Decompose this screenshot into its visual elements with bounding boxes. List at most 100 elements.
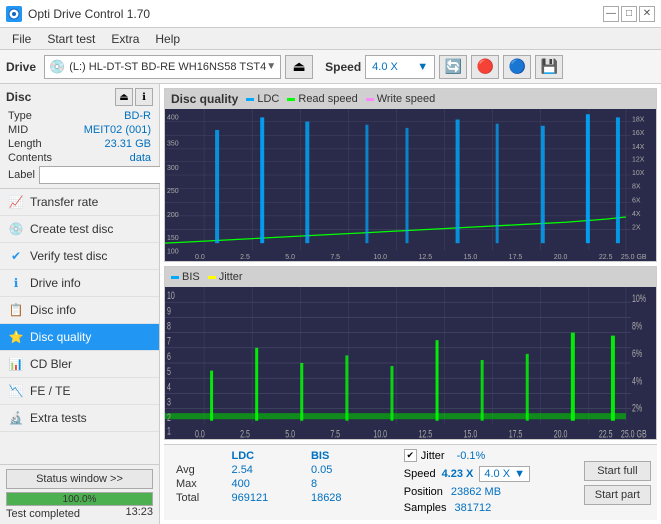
sidebar-item-disc-quality[interactable]: ⭐ Disc quality [0, 324, 159, 351]
stats-col-spacer [376, 449, 390, 463]
titlebar: Opti Drive Control 1.70 — □ ✕ [0, 0, 661, 28]
disc-type-label: Type [8, 110, 32, 122]
disc-mid-label: MID [8, 124, 28, 136]
position-value: 23862 MB [451, 486, 501, 498]
main-layout: Disc ⏏ ℹ Type BD-R MID MEIT02 (001) Leng… [0, 84, 661, 524]
svg-text:200: 200 [167, 211, 179, 219]
svg-text:15.0: 15.0 [464, 253, 478, 261]
create-test-disc-icon: 💿 [8, 221, 24, 237]
disc-type-value: BD-R [124, 110, 151, 122]
stats-col-empty [172, 449, 228, 463]
window-controls: — □ ✕ [603, 6, 655, 22]
extra-tests-icon: 🔬 [8, 410, 24, 426]
verify-test-disc-icon: ✔ [8, 248, 24, 264]
speed-selector[interactable]: 4.0 X ▼ [365, 55, 435, 79]
minimize-button[interactable]: — [603, 6, 619, 22]
stats-area: LDC BIS Avg 2.54 0.05 Max 400 8 [164, 444, 657, 520]
menu-extra[interactable]: Extra [103, 30, 147, 48]
speed-dropdown[interactable]: 4.0 X ▼ [479, 466, 530, 482]
sidebar-item-verify-test-disc[interactable]: ✔ Verify test disc [0, 243, 159, 270]
sidebar-item-fe-te[interactable]: 📉 FE / TE [0, 378, 159, 405]
sidebar-item-cd-bler[interactable]: 📊 CD Bler [0, 351, 159, 378]
svg-text:5.0: 5.0 [285, 253, 295, 261]
drive-dropdown-arrow: ▼ [266, 61, 276, 72]
jitter-checkbox[interactable]: ✔ [404, 449, 417, 462]
burn-button[interactable]: 🔴 [471, 55, 499, 79]
disc-eject-button[interactable]: ⏏ [115, 88, 133, 106]
sidebar-item-drive-info[interactable]: ℹ Drive info [0, 270, 159, 297]
stats-table: LDC BIS Avg 2.54 0.05 Max 400 8 [164, 445, 398, 520]
position-label: Position [404, 486, 443, 498]
stats-label-avg: Avg [172, 463, 228, 477]
drive-selector[interactable]: 💿 (L:) HL-DT-ST BD-RE WH16NS58 TST4 ▼ [44, 55, 281, 79]
bis-legend-label: BIS [182, 271, 200, 283]
menu-help[interactable]: Help [147, 30, 188, 48]
drive-label: Drive [6, 60, 36, 74]
stats-row-max: Max 400 8 [172, 477, 390, 491]
svg-text:3: 3 [167, 396, 171, 408]
speed-info-label: Speed [404, 468, 436, 480]
svg-text:17.5: 17.5 [509, 428, 523, 439]
ldc-legend-dot [246, 98, 254, 101]
svg-text:22.5: 22.5 [599, 428, 613, 439]
sidebar-item-disc-info[interactable]: 📋 Disc info [0, 297, 159, 324]
svg-text:20.0: 20.0 [554, 253, 568, 261]
disc-type-row: Type BD-R [6, 110, 153, 122]
svg-text:1: 1 [167, 425, 171, 437]
menu-start-test[interactable]: Start test [39, 30, 103, 48]
chart1-legend-write: Write speed [366, 93, 436, 105]
svg-text:7: 7 [167, 335, 171, 347]
status-time: 13:23 [125, 506, 153, 520]
chart1-title-bar: Disc quality LDC Read speed Write speed [165, 89, 656, 109]
sidebar-item-create-test-disc[interactable]: 💿 Create test disc [0, 216, 159, 243]
disc-info-button[interactable]: ℹ [135, 88, 153, 106]
samples-row: Samples 381712 [404, 502, 572, 514]
refresh-button[interactable]: 🔄 [439, 55, 467, 79]
speed-dropdown-value: 4.0 X [484, 468, 510, 480]
chart1-title: Disc quality [171, 92, 238, 106]
chart1-svg-wrap: 18X 16X 14X 12X 10X 8X 6X 4X 2X 400 350 … [165, 109, 656, 261]
eject-button[interactable]: ⏏ [285, 55, 313, 79]
app-title: Opti Drive Control 1.70 [28, 7, 150, 21]
app-icon [6, 6, 22, 22]
svg-text:20.0: 20.0 [554, 428, 568, 439]
svg-text:9: 9 [167, 305, 171, 317]
titlebar-left: Opti Drive Control 1.70 [6, 6, 150, 22]
speed-dropdown-arrow: ▼ [514, 468, 525, 480]
svg-text:12X: 12X [632, 155, 645, 163]
svg-text:18X: 18X [632, 115, 645, 123]
svg-text:0.0: 0.0 [195, 253, 205, 261]
samples-value: 381712 [455, 502, 492, 514]
read-speed-legend-dot [287, 98, 295, 101]
ldc-legend-label: LDC [257, 93, 279, 105]
write-speed-legend-dot [366, 98, 374, 101]
cd-bler-icon: 📊 [8, 356, 24, 372]
stats-row-avg: Avg 2.54 0.05 [172, 463, 390, 477]
sidebar: Disc ⏏ ℹ Type BD-R MID MEIT02 (001) Leng… [0, 84, 160, 524]
svg-text:5.0: 5.0 [285, 428, 295, 439]
start-full-button[interactable]: Start full [584, 461, 651, 481]
menu-file[interactable]: File [4, 30, 39, 48]
close-button[interactable]: ✕ [639, 6, 655, 22]
maximize-button[interactable]: □ [621, 6, 637, 22]
speed-value: 4.0 X [372, 61, 398, 73]
sidebar-item-transfer-rate[interactable]: 📈 Transfer rate [0, 189, 159, 216]
svg-text:10.0: 10.0 [373, 428, 387, 439]
svg-text:16X: 16X [632, 129, 645, 137]
svg-text:12.5: 12.5 [419, 428, 433, 439]
sidebar-item-drive-info-label: Drive info [30, 276, 81, 290]
sidebar-item-extra-tests[interactable]: 🔬 Extra tests [0, 405, 159, 432]
status-window-button[interactable]: Status window >> [6, 469, 153, 489]
save-button[interactable]: 💾 [535, 55, 563, 79]
erase-button[interactable]: 🔵 [503, 55, 531, 79]
svg-text:7.5: 7.5 [330, 253, 340, 261]
start-part-button[interactable]: Start part [584, 485, 651, 505]
disc-section: Disc ⏏ ℹ Type BD-R MID MEIT02 (001) Leng… [0, 84, 159, 189]
sidebar-item-disc-info-label: Disc info [30, 303, 76, 317]
speed-dropdown-icon: ▼ [417, 61, 428, 73]
speed-info-row: Speed 4.23 X 4.0 X ▼ [404, 466, 572, 482]
disc-label-input[interactable] [39, 166, 177, 184]
disc-title: Disc [6, 90, 31, 104]
disc-length-label: Length [8, 138, 42, 150]
stats-bis-max: 8 [307, 477, 376, 491]
